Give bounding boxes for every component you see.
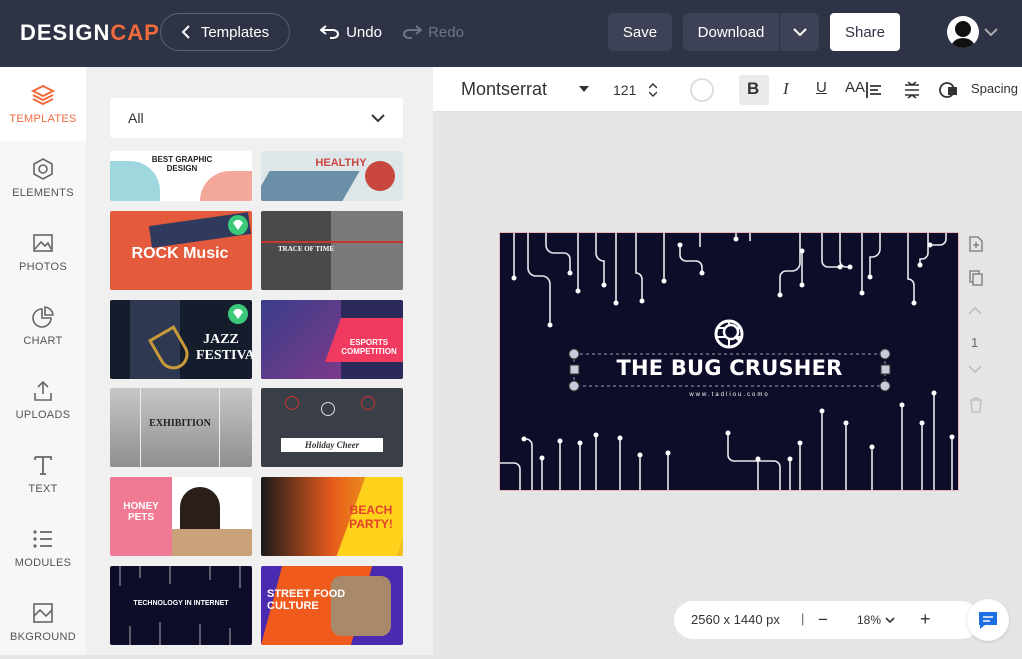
template-thumb[interactable]: STREET FOOD CULTURE: [261, 566, 403, 645]
template-thumb[interactable]: Holiday Cheer: [261, 388, 403, 467]
background-icon: [33, 603, 53, 623]
redo-button[interactable]: Redo: [398, 13, 468, 51]
canvas-dimensions: 2560 x 1440 px: [691, 612, 780, 627]
sidebar-item-uploads[interactable]: UPLOADS: [0, 363, 86, 437]
align-icon[interactable]: [865, 82, 883, 98]
sidebar-item-chart[interactable]: CHART: [0, 289, 86, 363]
size-stepper-icon[interactable]: [649, 83, 657, 97]
chat-icon: [979, 612, 997, 629]
design-canvas[interactable]: THE BUG CRUSHER www.tadliou.como: [499, 232, 959, 491]
line-height-icon[interactable]: [903, 81, 921, 99]
chevron-down-icon[interactable]: [885, 617, 895, 624]
text-case-button[interactable]: AA: [845, 79, 865, 96]
layers-icon: [31, 84, 55, 106]
shapes-icon: [33, 158, 53, 180]
divider: |: [801, 611, 805, 626]
premium-badge-icon: [228, 304, 248, 324]
zoom-level-select[interactable]: 18%: [857, 613, 881, 627]
chevron-down-icon: [792, 27, 807, 36]
template-thumb[interactable]: HEALTHY: [261, 151, 403, 201]
template-thumb[interactable]: BEST GRAPHIC DESIGN: [110, 151, 252, 201]
template-thumb[interactable]: BEACH PARTY!: [261, 477, 403, 556]
sidebar-item-bkground[interactable]: BKGROUND: [0, 585, 86, 659]
list-icon: [33, 530, 52, 548]
template-thumb[interactable]: ESPORTS COMPETITION: [261, 300, 403, 379]
logo[interactable]: DESIGNCAP: [20, 20, 160, 46]
account-menu-chevron-icon[interactable]: [984, 24, 998, 42]
zoom-in-button[interactable]: +: [920, 609, 931, 630]
website-text[interactable]: www.tadliou.como: [574, 392, 885, 398]
text-icon: [34, 456, 52, 475]
top-bar: DESIGNCAP Templates Undo Redo Save Downl…: [0, 0, 1022, 67]
templates-panel: All BEST GRAPHIC DESIGN HEALTHY ROCK Mus…: [86, 67, 433, 655]
category-filter-select[interactable]: All: [110, 98, 403, 138]
template-thumb[interactable]: JAZZ FESTIVAL: [110, 300, 252, 379]
page-number: 1: [971, 335, 979, 350]
underline-button[interactable]: U: [816, 79, 827, 96]
template-thumb[interactable]: EXHIBITION: [110, 388, 252, 467]
chevron-down-icon: [371, 113, 385, 122]
move-down-icon[interactable]: [968, 365, 982, 374]
download-options-button[interactable]: [780, 13, 819, 51]
caret-down-icon[interactable]: [579, 86, 589, 92]
zoom-out-button[interactable]: −: [818, 610, 828, 630]
trash-icon[interactable]: [969, 397, 983, 413]
redo-icon: [403, 25, 423, 39]
add-page-icon[interactable]: [969, 236, 983, 252]
italic-button[interactable]: I: [783, 79, 789, 99]
image-icon: [33, 234, 53, 252]
chat-support-button[interactable]: [967, 599, 1009, 641]
premium-badge-icon: [228, 215, 248, 235]
undo-button[interactable]: Undo: [316, 13, 386, 51]
font-size-input[interactable]: 121: [613, 82, 636, 98]
globe-bug-icon: [714, 319, 744, 349]
template-thumb[interactable]: TECHNOLOGY IN INTERNET: [110, 566, 252, 645]
sidebar-item-elements[interactable]: ELEMENTS: [0, 141, 86, 215]
pie-chart-icon: [32, 306, 54, 328]
share-button[interactable]: Share: [830, 13, 900, 51]
sidebar-item-text[interactable]: TEXT: [0, 437, 86, 511]
save-button[interactable]: Save: [608, 13, 672, 51]
upload-icon: [34, 380, 52, 401]
headline-text[interactable]: THE BUG CRUSHER: [574, 356, 885, 380]
side-nav: TEMPLATES ELEMENTS PHOTOS CHART UPLOADS …: [0, 67, 86, 655]
effects-icon[interactable]: [938, 81, 958, 99]
spacing-button[interactable]: Spacing: [971, 81, 1018, 96]
duplicate-page-icon[interactable]: [969, 270, 983, 286]
avatar[interactable]: [947, 16, 979, 48]
undo-icon: [320, 25, 339, 39]
move-up-icon[interactable]: [968, 306, 982, 315]
sidebar-item-templates[interactable]: TEMPLATES: [0, 67, 86, 141]
font-family-select[interactable]: Montserrat: [461, 79, 547, 100]
template-thumb[interactable]: HONEY PETS: [110, 477, 252, 556]
text-color-swatch[interactable]: [690, 78, 714, 102]
sidebar-item-modules[interactable]: MODULES: [0, 511, 86, 585]
template-thumb[interactable]: TRACE OF TIME: [261, 211, 403, 290]
template-thumb[interactable]: ROCK Music: [110, 211, 252, 290]
text-toolbar: Montserrat 121 B I U AA Spacing: [433, 67, 1022, 112]
zoom-bar: 2560 x 1440 px | − 18% +: [674, 601, 980, 639]
sidebar-item-photos[interactable]: PHOTOS: [0, 215, 86, 289]
canvas-area: THE BUG CRUSHER www.tadliou.como 1 2560 …: [433, 112, 1022, 655]
download-button[interactable]: Download: [683, 13, 779, 51]
chevron-left-icon: [181, 25, 190, 39]
bold-button[interactable]: B: [747, 79, 759, 99]
templates-back-button[interactable]: Templates: [160, 13, 290, 51]
